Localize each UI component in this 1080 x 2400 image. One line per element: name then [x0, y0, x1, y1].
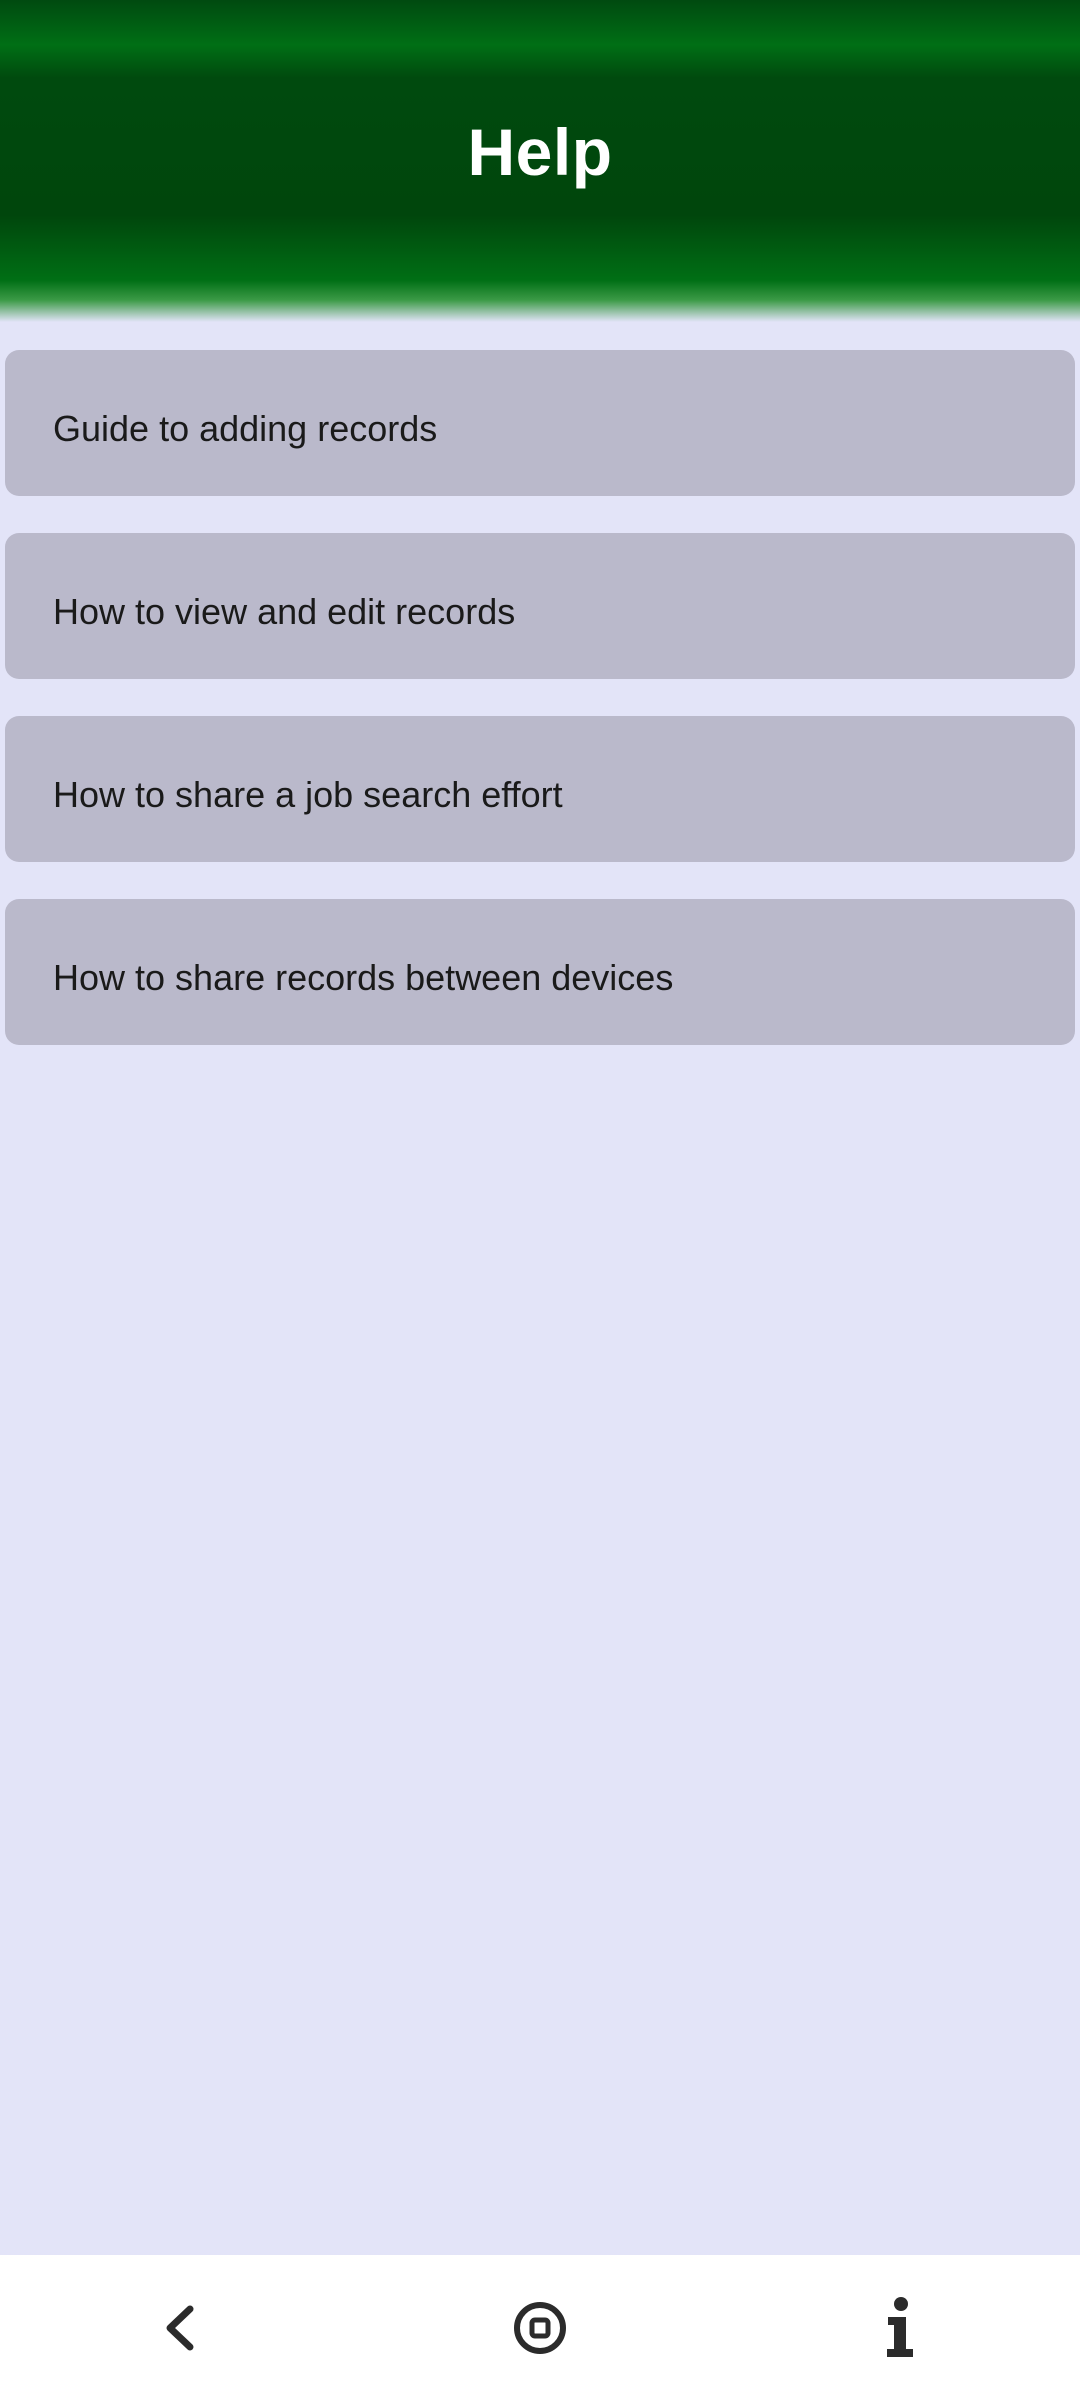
home-button[interactable] — [440, 2255, 640, 2400]
system-navigation-bar — [0, 2255, 1080, 2400]
help-topics-list: Guide to adding records How to view and … — [5, 350, 1075, 1082]
back-chevron-icon — [166, 2305, 194, 2350]
app-header: Help — [0, 0, 1080, 322]
help-item-label: How to share records between devices — [53, 957, 674, 998]
help-item-adding-records[interactable]: Guide to adding records — [5, 350, 1075, 496]
help-item-view-edit-records[interactable]: How to view and edit records — [5, 533, 1075, 679]
help-item-share-between-devices[interactable]: How to share records between devices — [5, 899, 1075, 1045]
info-icon — [887, 2296, 913, 2357]
back-button[interactable] — [80, 2255, 280, 2400]
help-item-label: How to share a job search effort — [53, 774, 563, 815]
help-item-label: Guide to adding records — [53, 408, 438, 449]
help-item-label: How to view and edit records — [53, 591, 516, 632]
home-circle-icon — [514, 2301, 566, 2354]
info-button[interactable] — [800, 2255, 1000, 2400]
page-title: Help — [467, 115, 613, 189]
help-item-share-job-search[interactable]: How to share a job search effort — [5, 716, 1075, 862]
